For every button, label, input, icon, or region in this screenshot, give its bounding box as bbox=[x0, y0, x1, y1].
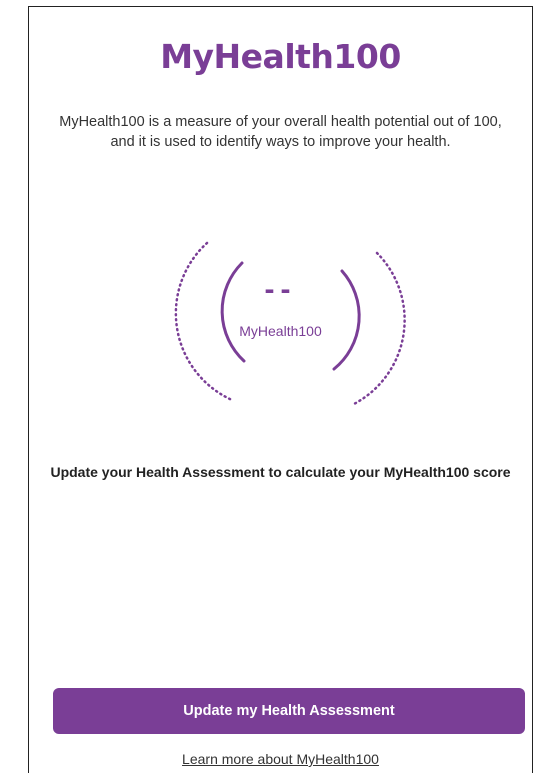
update-assessment-button[interactable]: Update my Health Assessment bbox=[53, 688, 525, 734]
learn-more-link[interactable]: Learn more about MyHealth100 bbox=[29, 751, 532, 767]
update-prompt: Update your Health Assessment to calcula… bbox=[50, 464, 511, 480]
score-value: -- bbox=[264, 273, 297, 306]
app-screen: MyHealth100 MyHealth100 is a measure of … bbox=[28, 6, 533, 773]
intro-description: MyHealth100 is a measure of your overall… bbox=[59, 114, 502, 150]
page-title: MyHealth100 bbox=[160, 37, 401, 76]
score-label: MyHealth100 bbox=[239, 323, 322, 339]
